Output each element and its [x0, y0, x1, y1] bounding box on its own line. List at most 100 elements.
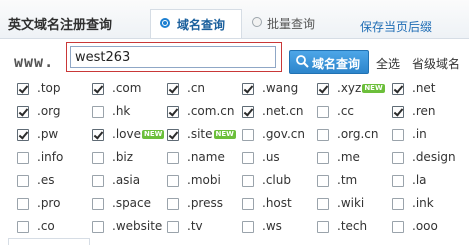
tld-text: .ooo	[412, 219, 438, 233]
tld-label: .website	[112, 219, 162, 233]
tld-text: .co	[37, 219, 55, 233]
tld-checkbox[interactable]	[392, 198, 404, 210]
new-badge: NEW	[362, 84, 385, 93]
tld-checkbox[interactable]	[17, 129, 29, 141]
tld-checkbox[interactable]	[92, 221, 104, 233]
tld-checkbox[interactable]	[167, 129, 179, 141]
tld-checkbox[interactable]	[92, 175, 104, 187]
tab-batch-search[interactable]: 批量查询	[246, 9, 342, 38]
tld-label: .info	[37, 150, 63, 164]
tld-checkbox[interactable]	[92, 129, 104, 141]
tld-text: .info	[37, 150, 64, 164]
tld-checkbox[interactable]	[392, 152, 404, 164]
header-bar: 英文域名注册查询 域名查询 批量查询 保存当页后缀	[0, 0, 469, 39]
tld-label: .wiki	[337, 196, 364, 210]
domain-search-button[interactable]: 域名查询	[289, 50, 369, 74]
tab-domain-search[interactable]: 域名查询	[150, 9, 242, 38]
tld-text: .com	[112, 81, 142, 95]
tld-checkbox[interactable]	[242, 83, 254, 95]
tld-label: .com	[112, 81, 141, 95]
tld-text: .ink	[412, 196, 434, 210]
tld-text: .xyz	[337, 81, 362, 95]
tld-checkbox[interactable]	[92, 152, 104, 164]
tld-checkbox[interactable]	[167, 198, 179, 210]
tld-label: .cn	[187, 81, 205, 95]
tld-checkbox[interactable]	[242, 152, 254, 164]
tld-checkbox[interactable]	[392, 221, 404, 233]
select-all-link[interactable]: 全选	[376, 55, 400, 72]
tld-text: .cc	[337, 104, 355, 118]
tld-checkbox[interactable]	[392, 83, 404, 95]
tld-checkbox[interactable]	[317, 83, 329, 95]
tld-text: .hk	[112, 104, 131, 118]
tld-checkbox[interactable]	[92, 83, 104, 95]
radio-selected-icon[interactable]	[160, 18, 170, 28]
domain-search-input[interactable]	[70, 46, 276, 68]
tld-label: .tv	[187, 219, 203, 233]
tld-label: .tech	[337, 219, 367, 233]
tld-checkbox[interactable]	[392, 175, 404, 187]
tld-text: .space	[112, 196, 152, 210]
tld-checkbox[interactable]	[17, 198, 29, 210]
tld-label: .design	[412, 150, 456, 164]
tld-checkbox[interactable]	[317, 198, 329, 210]
tld-checkbox[interactable]	[17, 83, 29, 95]
tld-label: .org	[37, 104, 61, 118]
tld-checkbox[interactable]	[167, 83, 179, 95]
tld-label: .in	[412, 127, 427, 141]
save-suffix-link[interactable]: 保存当页后缀	[360, 18, 432, 35]
tld-label: .hk	[112, 104, 130, 118]
tld-checkbox[interactable]	[392, 129, 404, 141]
tld-checkbox[interactable]	[242, 106, 254, 118]
tld-checkbox[interactable]	[167, 175, 179, 187]
tld-checkbox[interactable]	[242, 221, 254, 233]
tld-text: .net.cn	[262, 104, 304, 118]
tld-label: .us	[262, 150, 280, 164]
tld-label: .love NEW	[112, 127, 165, 141]
tld-checkbox[interactable]	[242, 175, 254, 187]
tld-label: .net.cn	[262, 104, 304, 118]
tld-checkbox[interactable]	[392, 106, 404, 118]
tld-checkbox[interactable]	[167, 106, 179, 118]
tld-text: .com.cn	[187, 104, 235, 118]
tld-checkbox[interactable]	[17, 175, 29, 187]
tld-label: .wang	[262, 81, 298, 95]
tld-text: .design	[412, 150, 456, 164]
tld-checkbox[interactable]	[317, 106, 329, 118]
tld-text: .ws	[262, 219, 282, 233]
tld-checkbox[interactable]	[92, 106, 104, 118]
new-badge: NEW	[213, 130, 236, 139]
tld-label: .cc	[337, 104, 354, 118]
tab-label: 域名查询	[177, 18, 226, 32]
tld-checkbox[interactable]	[92, 198, 104, 210]
tld-checkbox[interactable]	[242, 129, 254, 141]
tld-checkbox[interactable]	[17, 152, 29, 164]
tld-text: .org	[37, 104, 61, 118]
search-input-frame	[66, 42, 282, 72]
tld-text: .love	[112, 127, 141, 141]
tld-checkbox[interactable]	[317, 129, 329, 141]
tld-text: .ren	[412, 104, 436, 118]
tld-text: .website	[112, 219, 163, 233]
tld-checkbox[interactable]	[17, 106, 29, 118]
provincial-domain-link[interactable]: 省级域名	[412, 55, 460, 72]
tld-checkbox[interactable]	[167, 221, 179, 233]
tld-label: .site NEW	[187, 127, 236, 141]
tld-checkbox[interactable]	[317, 152, 329, 164]
tld-checkbox[interactable]	[317, 175, 329, 187]
tld-text: .wiki	[337, 196, 365, 210]
tld-label: .mobi	[187, 173, 221, 187]
tld-text: .us	[262, 150, 280, 164]
tld-checkbox[interactable]	[317, 221, 329, 233]
search-icon	[296, 55, 309, 68]
radio-unselected-icon[interactable]	[252, 17, 262, 27]
tld-checkbox[interactable]	[17, 221, 29, 233]
tld-label: .pw	[37, 127, 58, 141]
tld-label: .net	[412, 81, 436, 95]
www-prefix: www.	[14, 53, 55, 71]
tld-checkbox[interactable]	[242, 198, 254, 210]
tld-label: .press	[187, 196, 223, 210]
tld-text: .host	[262, 196, 292, 210]
new-badge: NEW	[141, 130, 165, 139]
tld-checkbox[interactable]	[167, 152, 179, 164]
